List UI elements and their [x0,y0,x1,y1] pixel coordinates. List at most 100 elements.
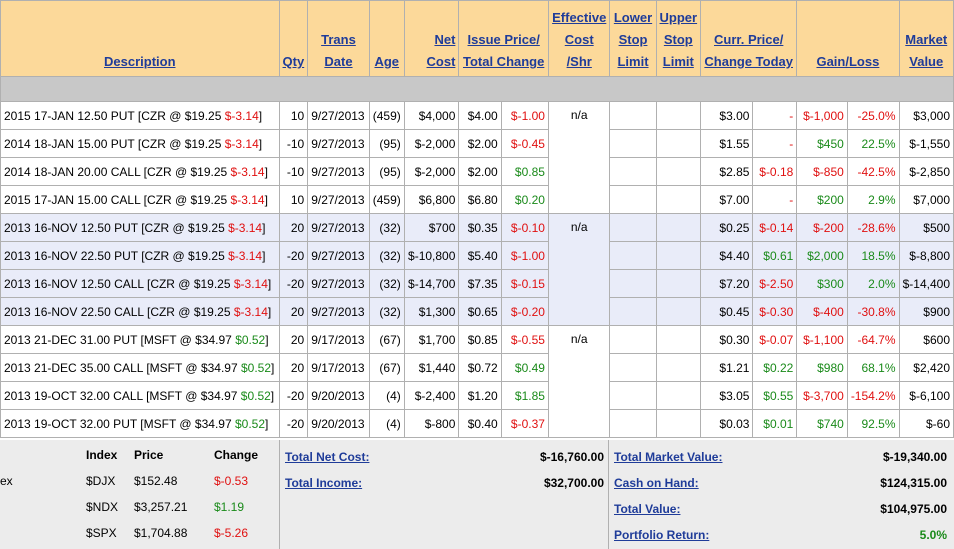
table-row[interactable]: 2013 16-NOV 12.50 CALL [CZR @ $19.25 $-3… [0,269,954,298]
issue-price-cell: $0.72 [458,353,502,382]
change-today-cell: $-0.07 [752,325,798,354]
table-row[interactable]: 2013 16-NOV 12.50 PUT [CZR @ $19.25 $-3.… [0,213,954,326]
total-income-link[interactable]: Total Income: [285,476,362,490]
age-cell: (32) [368,269,405,298]
gain-loss-cell: $980 [796,353,848,382]
col-market-value[interactable]: Market Value [898,0,954,77]
col-effective-cost[interactable]: Effective Cost/Shr [547,0,611,77]
qty-cell: 20 [278,297,309,326]
issue-price-cell: $0.35 [458,213,502,242]
separator-row [0,76,954,102]
total-change-cell: $-0.55 [500,325,549,354]
total-change-cell: $1.85 [500,381,549,410]
gain-loss-pct-cell: -28.6% [846,213,900,242]
change-today-cell: $-0.30 [752,297,798,326]
table-row[interactable]: 2014 18-JAN 20.00 CALL [CZR @ $19.25 $-3… [0,157,954,186]
gain-loss-pct-cell: 2.0% [846,269,900,298]
change-today-cell: - [752,185,798,214]
total-market-value: $-19,340.00 [882,450,947,464]
col-trans-date[interactable]: Trans Date [307,0,370,77]
trans-date-cell: 9/27/2013 [307,269,370,298]
total-income-value: $32,700.00 [543,476,604,490]
portfolio-return-link[interactable]: Portfolio Return: [614,528,709,542]
col-qty[interactable]: Qty [278,0,309,77]
market-value-cell: $-1,550 [898,129,954,158]
trans-date-cell: 9/17/2013 [307,325,370,354]
gain-loss-cell: $-1,000 [796,101,848,130]
col-curr-price[interactable]: Curr. Price/Change Today [700,0,798,77]
upper-stop-cell [655,213,702,242]
index-panel: Index Price Change ex $DJX $152.48 $-0.53 $N… [0,440,280,549]
change-today-cell: $0.01 [752,409,798,438]
trans-date-cell: 9/20/2013 [307,381,370,410]
table-row[interactable]: 2013 21-DEC 31.00 PUT [MSFT @ $34.97 $0.… [0,325,954,438]
index-row: $SPX $1,704.88 $-5.26 [86,526,249,540]
col-lower-stop[interactable]: Lower Stop Limit [609,0,657,77]
upper-stop-cell [655,297,702,326]
table-row[interactable]: 2013 19-OCT 32.00 CALL [MSFT @ $34.97 $0… [0,381,954,410]
net-cost-cell: $-2,000 [403,129,460,158]
issue-price-cell: $5.40 [458,241,502,270]
upper-stop-cell [655,325,702,354]
total-value: $104,975.00 [880,502,947,516]
gain-loss-pct-cell: 92.5% [846,409,900,438]
trans-date-cell: 9/27/2013 [307,297,370,326]
issue-price-cell: $0.65 [458,297,502,326]
description-cell: 2013 21-DEC 31.00 PUT [MSFT @ $34.97 $0.… [0,325,280,354]
table-row[interactable]: 2015 17-JAN 12.50 PUT [CZR @ $19.25 $-3.… [0,101,954,214]
curr-price-cell: $2.85 [700,157,754,186]
market-value-cell: $2,420 [898,353,954,382]
total-value-link[interactable]: Total Value: [614,502,680,516]
age-cell: (32) [368,241,405,270]
qty-cell: 10 [278,185,309,214]
trans-date-cell: 9/27/2013 [307,101,370,130]
gain-loss-pct-cell: -25.0% [846,101,900,130]
lower-stop-cell [609,185,657,214]
qty-cell: 20 [278,213,309,242]
description-cell: 2014 18-JAN 15.00 PUT [CZR @ $19.25 $-3.… [0,129,280,158]
issue-price-cell: $2.00 [458,129,502,158]
age-cell: (32) [368,213,405,242]
lower-stop-cell [609,241,657,270]
total-change-cell: $-0.10 [500,213,549,242]
gain-loss-cell: $450 [796,129,848,158]
gain-loss-pct-cell: 2.9% [846,185,900,214]
age-cell: (459) [368,101,405,130]
col-net-cost[interactable]: Net Cost [403,0,460,77]
table-row[interactable]: 2014 18-JAN 15.00 PUT [CZR @ $19.25 $-3.… [0,129,954,158]
table-row[interactable]: 2013 16-NOV 22.50 PUT [CZR @ $19.25 $-3.… [0,241,954,270]
total-change-cell: $0.85 [500,157,549,186]
net-cost-cell: $-800 [403,409,460,438]
summary-footer: Index Price Change ex $DJX $152.48 $-0.53 $N… [0,440,954,549]
trans-date-cell: 9/27/2013 [307,157,370,186]
col-upper-stop[interactable]: Upper Stop Limit [655,0,702,77]
issue-price-cell: $1.20 [458,381,502,410]
table-row[interactable]: 2013 19-OCT 32.00 PUT [MSFT @ $34.97 $0.… [0,409,954,438]
description-cell: 2013 16-NOV 12.50 CALL [CZR @ $19.25 $-3… [0,269,280,298]
effective-cost-cell: n/a [547,213,611,326]
net-cost-cell: $-2,400 [403,381,460,410]
gain-loss-pct-cell: -64.7% [846,325,900,354]
age-cell: (4) [368,381,405,410]
col-description[interactable]: Description [0,0,280,77]
col-gain-loss[interactable]: Gain/Loss [796,0,900,77]
issue-price-cell: $2.00 [458,157,502,186]
upper-stop-cell [655,129,702,158]
table-row[interactable]: 2013 21-DEC 35.00 CALL [MSFT @ $34.97 $0… [0,353,954,382]
change-today-cell: $-2.50 [752,269,798,298]
total-change-cell: $-0.20 [500,297,549,326]
market-value-cell: $7,000 [898,185,954,214]
total-net-cost-link[interactable]: Total Net Cost: [285,450,369,464]
table-row[interactable]: 2015 17-JAN 15.00 CALL [CZR @ $19.25 $-3… [0,185,954,214]
table-row[interactable]: 2013 16-NOV 22.50 CALL [CZR @ $19.25 $-3… [0,297,954,326]
col-issue-price[interactable]: Issue Price/Total Change [458,0,549,77]
upper-stop-cell [655,409,702,438]
description-cell: 2015 17-JAN 12.50 PUT [CZR @ $19.25 $-3.… [0,101,280,130]
col-age[interactable]: Age [368,0,405,77]
market-value-cell: $-60 [898,409,954,438]
issue-price-cell: $7.35 [458,269,502,298]
cash-on-hand-link[interactable]: Cash on Hand: [614,476,699,490]
total-change-cell: $0.20 [500,185,549,214]
total-market-value-link[interactable]: Total Market Value: [614,450,722,464]
curr-price-cell: $0.45 [700,297,754,326]
